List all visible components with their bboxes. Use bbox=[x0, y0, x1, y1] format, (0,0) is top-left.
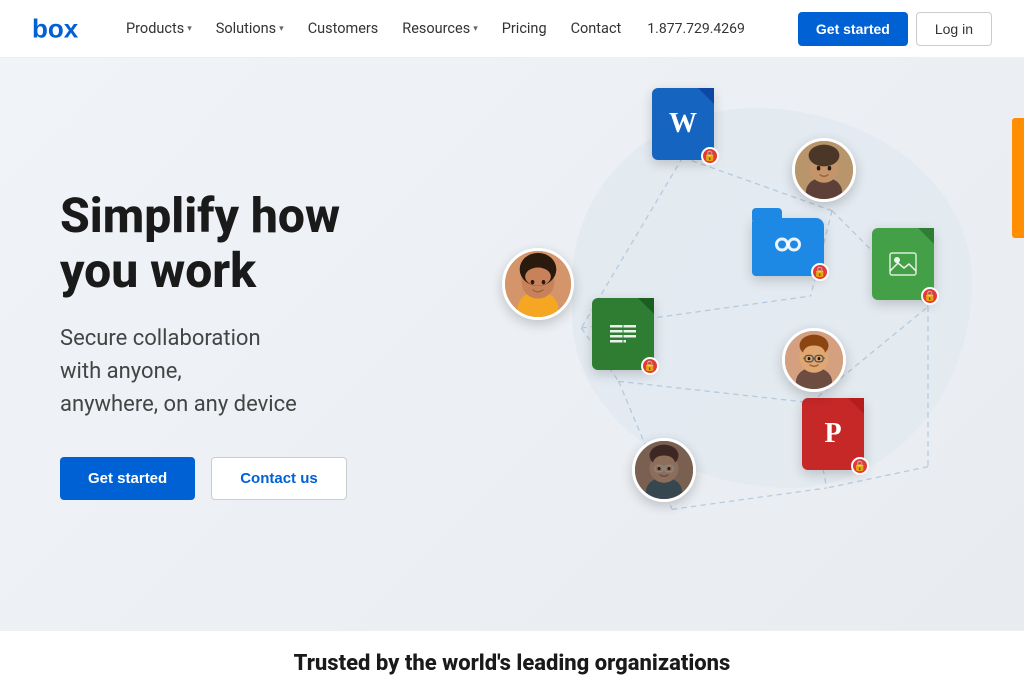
nav-get-started-button[interactable]: Get started bbox=[798, 12, 908, 46]
nav-login-button[interactable]: Log in bbox=[916, 12, 992, 46]
nav-item-pricing[interactable]: Pricing bbox=[492, 16, 557, 41]
avatar-man-2 bbox=[632, 438, 696, 502]
hero-subtitle: Secure collaborationwith anyone,anywhere… bbox=[60, 322, 452, 421]
nav-item-customers[interactable]: Customers bbox=[298, 16, 389, 41]
chevron-down-icon: ▾ bbox=[187, 24, 192, 34]
folder-icon: 🔒 bbox=[752, 218, 824, 276]
hero-buttons: Get started Contact us bbox=[60, 457, 452, 500]
nav-item-contact[interactable]: Contact bbox=[561, 16, 632, 41]
nav-item-solutions[interactable]: Solutions ▾ bbox=[206, 16, 294, 41]
orange-accent-bar bbox=[1012, 118, 1024, 238]
hero-content: Simplify how you work Secure collaborati… bbox=[0, 148, 512, 540]
chevron-down-icon: ▾ bbox=[279, 24, 284, 34]
nav-item-products[interactable]: Products ▾ bbox=[116, 16, 202, 41]
avatar-man-glasses bbox=[782, 328, 846, 392]
image-file-icon: 🔒 bbox=[872, 228, 934, 300]
chevron-down-icon: ▾ bbox=[473, 24, 478, 34]
hero-contact-button[interactable]: Contact us bbox=[211, 457, 347, 500]
logo[interactable]: box bbox=[32, 15, 84, 43]
sheets-file-icon: 🔒 bbox=[592, 298, 654, 370]
hero-get-started-button[interactable]: Get started bbox=[60, 457, 195, 500]
hero-title: Simplify how you work bbox=[60, 188, 452, 298]
trusted-text: Trusted by the world's leading organizat… bbox=[294, 651, 731, 676]
hero-illustration: .net-line { stroke: #a0bcd8; stroke-widt… bbox=[512, 58, 1024, 630]
navbar: box Products ▾ Solutions ▾ Customers Res… bbox=[0, 0, 1024, 58]
nav-links: Products ▾ Solutions ▾ Customers Resourc… bbox=[116, 16, 790, 41]
avatar-man-1 bbox=[792, 138, 856, 202]
svg-text:box: box bbox=[32, 15, 79, 43]
nav-item-resources[interactable]: Resources ▾ bbox=[392, 16, 487, 41]
ppt-file-icon: P 🔒 bbox=[802, 398, 864, 470]
hero-section: Simplify how you work Secure collaborati… bbox=[0, 58, 1024, 630]
word-file-icon: W 🔒 bbox=[652, 88, 714, 160]
phone-number: 1.877.729.4269 bbox=[647, 21, 745, 37]
trusted-section: Trusted by the world's leading organizat… bbox=[0, 630, 1024, 684]
avatar-woman bbox=[502, 248, 574, 320]
